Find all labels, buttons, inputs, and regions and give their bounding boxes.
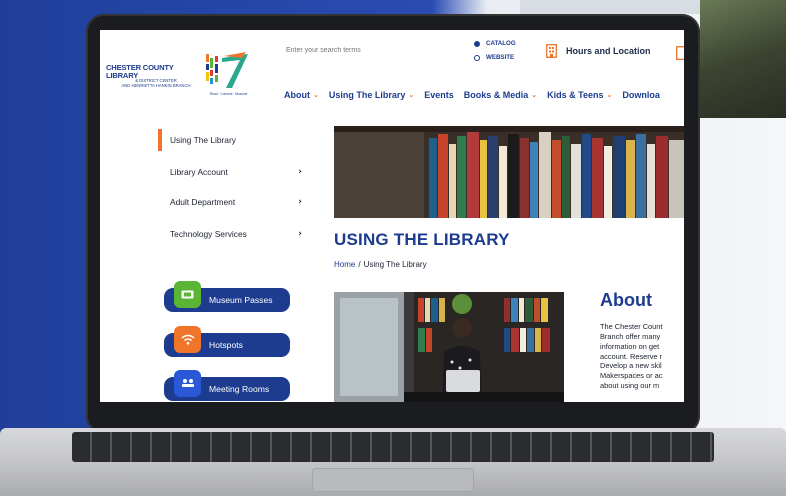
breadcrumb-current: Using The Library (363, 260, 427, 269)
wifi-icon (174, 325, 201, 353)
hours-label: Hours and Location (566, 46, 651, 56)
next-header-icon[interactable] (676, 46, 684, 60)
meeting-rooms-button[interactable]: Meeting Rooms (164, 369, 290, 401)
background-strip (520, 0, 700, 14)
sidebar-item-label: Technology Services (170, 229, 247, 239)
ticket-icon (174, 280, 201, 308)
breadcrumb-separator: / (358, 260, 361, 269)
library-logo[interactable]: CHESTER COUNTY LIBRARY & DISTRICT CENTER… (106, 64, 206, 89)
radio-website-label: WEBSITE (486, 54, 515, 61)
sidebar-item-using-the-library[interactable]: Using The Library (158, 129, 308, 151)
search-scope-website[interactable]: WEBSITE (474, 54, 514, 61)
museum-passes-button[interactable]: Museum Passes (164, 280, 290, 312)
browser-screen: CHESTER COUNTY LIBRARY & DISTRICT CENTER… (100, 30, 684, 402)
museum-passes-label: Museum Passes (209, 295, 273, 305)
chevron-right-icon: › (298, 197, 302, 207)
about-paragraph: The Chester Count Branch offer many info… (600, 322, 663, 391)
search-scope-catalog[interactable]: CATALOG (474, 40, 516, 47)
laptop-trackpad (312, 468, 474, 492)
nav-about[interactable]: About ⌄ (284, 90, 319, 100)
chevron-down-icon: ⌄ (531, 92, 538, 99)
meeting-rooms-label: Meeting Rooms (209, 384, 270, 394)
sidebar-item-label: Library Account (170, 167, 228, 177)
library-staff-photo (334, 292, 564, 402)
about-heading: About (600, 290, 652, 310)
chevron-right-icon: › (298, 229, 302, 239)
nav-books-media[interactable]: Books & Media ⌄ (464, 90, 537, 100)
chevron-down-icon: ⌄ (313, 92, 319, 99)
sidebar-item-adult-department[interactable]: Adult Department › (158, 191, 308, 213)
chevron-down-icon: ⌄ (408, 92, 415, 99)
background-photo (700, 0, 786, 118)
chevron-down-icon: ⌄ (606, 92, 613, 99)
search-input[interactable] (286, 42, 456, 58)
page-title: USING THE LIBRARY (334, 230, 510, 249)
hours-and-location-link[interactable]: Hours and Location (546, 44, 651, 58)
breadcrumb: Home / Using The Library (334, 260, 427, 269)
hotspots-label: Hotspots (209, 340, 243, 350)
nav-using-the-library[interactable]: Using The Library ⌄ (329, 90, 414, 100)
radio-catalog-label: CATALOG (486, 40, 516, 47)
chevron-right-icon: › (298, 167, 302, 177)
hotspots-button[interactable]: Hotspots (164, 325, 290, 357)
hero-bookshelf-image (334, 126, 684, 218)
nav-kids-teens[interactable]: Kids & Teens ⌄ (547, 90, 612, 100)
nav-downloads[interactable]: Downloa (622, 90, 660, 100)
nav-events[interactable]: Events (424, 90, 454, 100)
logo-tagline: Read · Connect · Discover (210, 92, 248, 96)
meeting-icon (174, 369, 201, 397)
laptop-keyboard (72, 432, 714, 462)
sidebar-item-library-account[interactable]: Library Account › (158, 161, 308, 183)
main-nav: About ⌄ Using The Library ⌄ Events Books &… (284, 90, 660, 100)
breadcrumb-home-link[interactable]: Home (334, 260, 355, 269)
sidebar-item-label: Using The Library (170, 135, 236, 145)
logo-title: CHESTER COUNTY LIBRARY (106, 63, 174, 80)
logo-subtitle-2: AND HENRIETTA HANKIN BRANCH (121, 83, 191, 89)
radio-website[interactable] (474, 54, 480, 61)
radio-catalog[interactable] (474, 40, 480, 47)
sidebar-item-label: Adult Department (170, 197, 236, 207)
building-icon (546, 44, 557, 58)
logo-mark-icon: Read · Connect · Discover (206, 52, 248, 96)
sidebar-item-technology-services[interactable]: Technology Services › (158, 223, 308, 245)
